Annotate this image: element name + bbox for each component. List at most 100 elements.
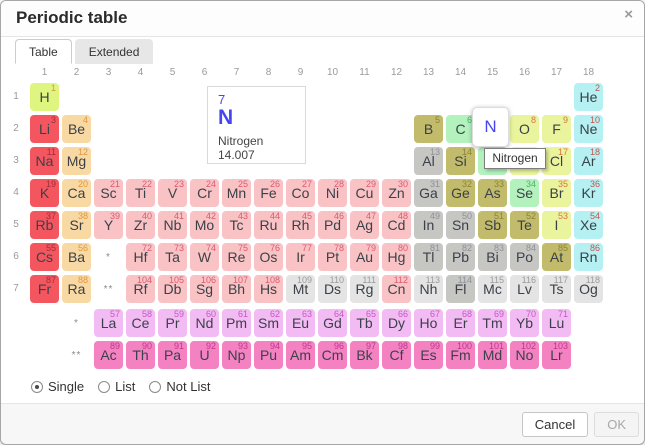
element-y[interactable]: 39Y — [94, 211, 123, 239]
element-c[interactable]: 6C — [446, 115, 475, 143]
element-os[interactable]: 76Os — [254, 243, 283, 271]
element-am[interactable]: 95Am — [286, 341, 315, 369]
element-b[interactable]: 5B — [414, 115, 443, 143]
element-zn[interactable]: 30Zn — [382, 179, 411, 207]
element-tb[interactable]: 65Tb — [350, 309, 379, 337]
element-br[interactable]: 35Br — [542, 179, 571, 207]
element-ho[interactable]: 67Ho — [414, 309, 443, 337]
element-rb[interactable]: 37Rb — [30, 211, 59, 239]
radio-not-list[interactable]: Not List — [149, 379, 210, 394]
element-pr[interactable]: 59Pr — [158, 309, 187, 337]
element-og[interactable]: 118Og — [574, 275, 603, 303]
element-sb[interactable]: 51Sb — [478, 211, 507, 239]
element-eu[interactable]: 63Eu — [286, 309, 315, 337]
element-ag[interactable]: 47Ag — [350, 211, 379, 239]
element-cu[interactable]: 29Cu — [350, 179, 379, 207]
element-sg[interactable]: 106Sg — [190, 275, 219, 303]
element-sr[interactable]: 38Sr — [62, 211, 91, 239]
element-si[interactable]: 14Si — [446, 147, 475, 175]
element-w[interactable]: 74W — [190, 243, 219, 271]
element-ce[interactable]: 58Ce — [126, 309, 155, 337]
element-mo[interactable]: 42Mo — [190, 211, 219, 239]
element-se[interactable]: 34Se — [510, 179, 539, 207]
element-in[interactable]: 49In — [414, 211, 443, 239]
element-es[interactable]: 99Es — [414, 341, 443, 369]
element-dy[interactable]: 66Dy — [382, 309, 411, 337]
element-db[interactable]: 105Db — [158, 275, 187, 303]
element-mn[interactable]: 25Mn — [222, 179, 251, 207]
element-ni[interactable]: 28Ni — [318, 179, 347, 207]
element-mc[interactable]: 115Mc — [478, 275, 507, 303]
element-pa[interactable]: 91Pa — [158, 341, 187, 369]
element-hg[interactable]: 80Hg — [382, 243, 411, 271]
element-ts[interactable]: 117Ts — [542, 275, 571, 303]
ok-button[interactable]: OK — [594, 412, 639, 437]
element-gd[interactable]: 64Gd — [318, 309, 347, 337]
element-rh[interactable]: 45Rh — [286, 211, 315, 239]
element-md[interactable]: 101Md — [478, 341, 507, 369]
element-fr[interactable]: 87Fr — [30, 275, 59, 303]
element-tm[interactable]: 69Tm — [478, 309, 507, 337]
element-th[interactable]: 90Th — [126, 341, 155, 369]
element-tc[interactable]: 43Tc — [222, 211, 251, 239]
element-cn[interactable]: 112Cn — [382, 275, 411, 303]
element-tl[interactable]: 81Tl — [414, 243, 443, 271]
element-er[interactable]: 68Er — [446, 309, 475, 337]
element-no[interactable]: 102No — [510, 341, 539, 369]
element-sc[interactable]: 21Sc — [94, 179, 123, 207]
radio-dot[interactable] — [149, 381, 161, 393]
element-cf[interactable]: 98Cf — [382, 341, 411, 369]
element-co[interactable]: 27Co — [286, 179, 315, 207]
element-li[interactable]: 3Li — [30, 115, 59, 143]
element-kr[interactable]: 36Kr — [574, 179, 603, 207]
element-as[interactable]: 33As — [478, 179, 507, 207]
radio-single[interactable]: Single — [31, 379, 84, 394]
element-rn[interactable]: 86Rn — [574, 243, 603, 271]
element-pd[interactable]: 46Pd — [318, 211, 347, 239]
element-v[interactable]: 23V — [158, 179, 187, 207]
element-ar[interactable]: 18Ar — [574, 147, 603, 175]
element-ir[interactable]: 77Ir — [286, 243, 315, 271]
element-ru[interactable]: 44Ru — [254, 211, 283, 239]
element-o[interactable]: 8O — [510, 115, 539, 143]
element-au[interactable]: 79Au — [350, 243, 379, 271]
element-ca[interactable]: 20Ca — [62, 179, 91, 207]
element-n-selected[interactable]: N — [472, 107, 509, 147]
element-rf[interactable]: 104Rf — [126, 275, 155, 303]
element-po[interactable]: 84Po — [510, 243, 539, 271]
element-lu[interactable]: 71Lu — [542, 309, 571, 337]
element-ra[interactable]: 88Ra — [62, 275, 91, 303]
element-cl[interactable]: 17Cl — [542, 147, 571, 175]
element-lv[interactable]: 116Lv — [510, 275, 539, 303]
element-i[interactable]: 53I — [542, 211, 571, 239]
element-ac[interactable]: 89Ac — [94, 341, 123, 369]
element-ga[interactable]: 31Ga — [414, 179, 443, 207]
element-k[interactable]: 19K — [30, 179, 59, 207]
element-ta[interactable]: 73Ta — [158, 243, 187, 271]
radio-dot[interactable] — [31, 381, 43, 393]
element-na[interactable]: 11Na — [30, 147, 59, 175]
element-ne[interactable]: 10Ne — [574, 115, 603, 143]
element-pu[interactable]: 94Pu — [254, 341, 283, 369]
element-u[interactable]: 92U — [190, 341, 219, 369]
radio-dot[interactable] — [98, 381, 110, 393]
element-la[interactable]: 57La — [94, 309, 123, 337]
element-np[interactable]: 93Np — [222, 341, 251, 369]
element-al[interactable]: 13Al — [414, 147, 443, 175]
element-mt[interactable]: 109Mt — [286, 275, 315, 303]
element-ds[interactable]: 110Ds — [318, 275, 347, 303]
element-re[interactable]: 75Re — [222, 243, 251, 271]
element-fl[interactable]: 114Fl — [446, 275, 475, 303]
element-nb[interactable]: 41Nb — [158, 211, 187, 239]
element-nd[interactable]: 60Nd — [190, 309, 219, 337]
element-mg[interactable]: 12Mg — [62, 147, 91, 175]
element-bi[interactable]: 83Bi — [478, 243, 507, 271]
element-nh[interactable]: 113Nh — [414, 275, 443, 303]
element-ti[interactable]: 22Ti — [126, 179, 155, 207]
element-sn[interactable]: 50Sn — [446, 211, 475, 239]
element-bh[interactable]: 107Bh — [222, 275, 251, 303]
element-ba[interactable]: 56Ba — [62, 243, 91, 271]
element-pb[interactable]: 82Pb — [446, 243, 475, 271]
element-zr[interactable]: 40Zr — [126, 211, 155, 239]
element-xe[interactable]: 54Xe — [574, 211, 603, 239]
